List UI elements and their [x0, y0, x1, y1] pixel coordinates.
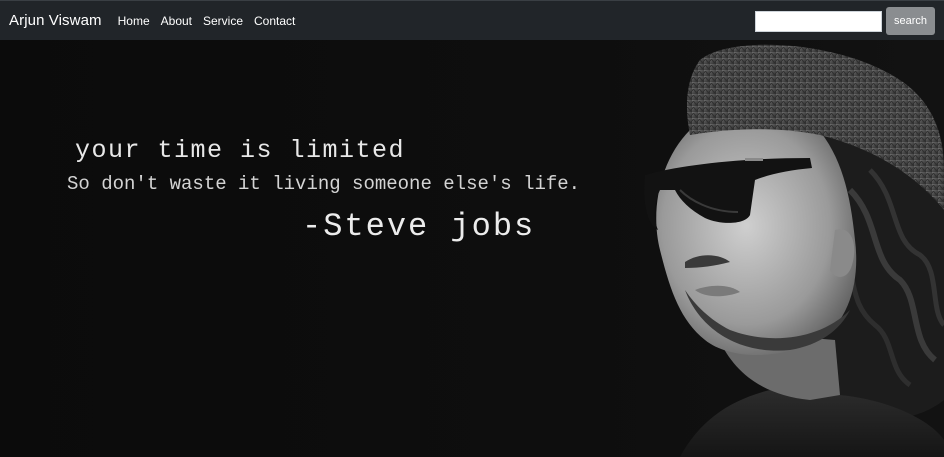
quote-line-2: So don't waste it living someone else's …: [67, 173, 581, 195]
portrait-photo: [644, 44, 944, 457]
nav-link-about[interactable]: About: [161, 14, 192, 28]
nav-links: Home About Service Contact: [118, 14, 307, 28]
search-button[interactable]: search: [886, 7, 935, 35]
quote-author: -Steve jobs: [302, 208, 536, 245]
brand-link[interactable]: Arjun Viswam: [9, 12, 102, 29]
search-input[interactable]: [755, 10, 882, 32]
hero-section: your time is limited So don't waste it l…: [0, 40, 944, 457]
nav-link-contact[interactable]: Contact: [254, 14, 295, 28]
search-form: search: [755, 7, 935, 35]
quote-line-1: your time is limited: [75, 136, 406, 165]
nav-link-service[interactable]: Service: [203, 14, 243, 28]
navbar: Arjun Viswam Home About Service Contact …: [0, 0, 944, 40]
nav-link-home[interactable]: Home: [118, 14, 150, 28]
